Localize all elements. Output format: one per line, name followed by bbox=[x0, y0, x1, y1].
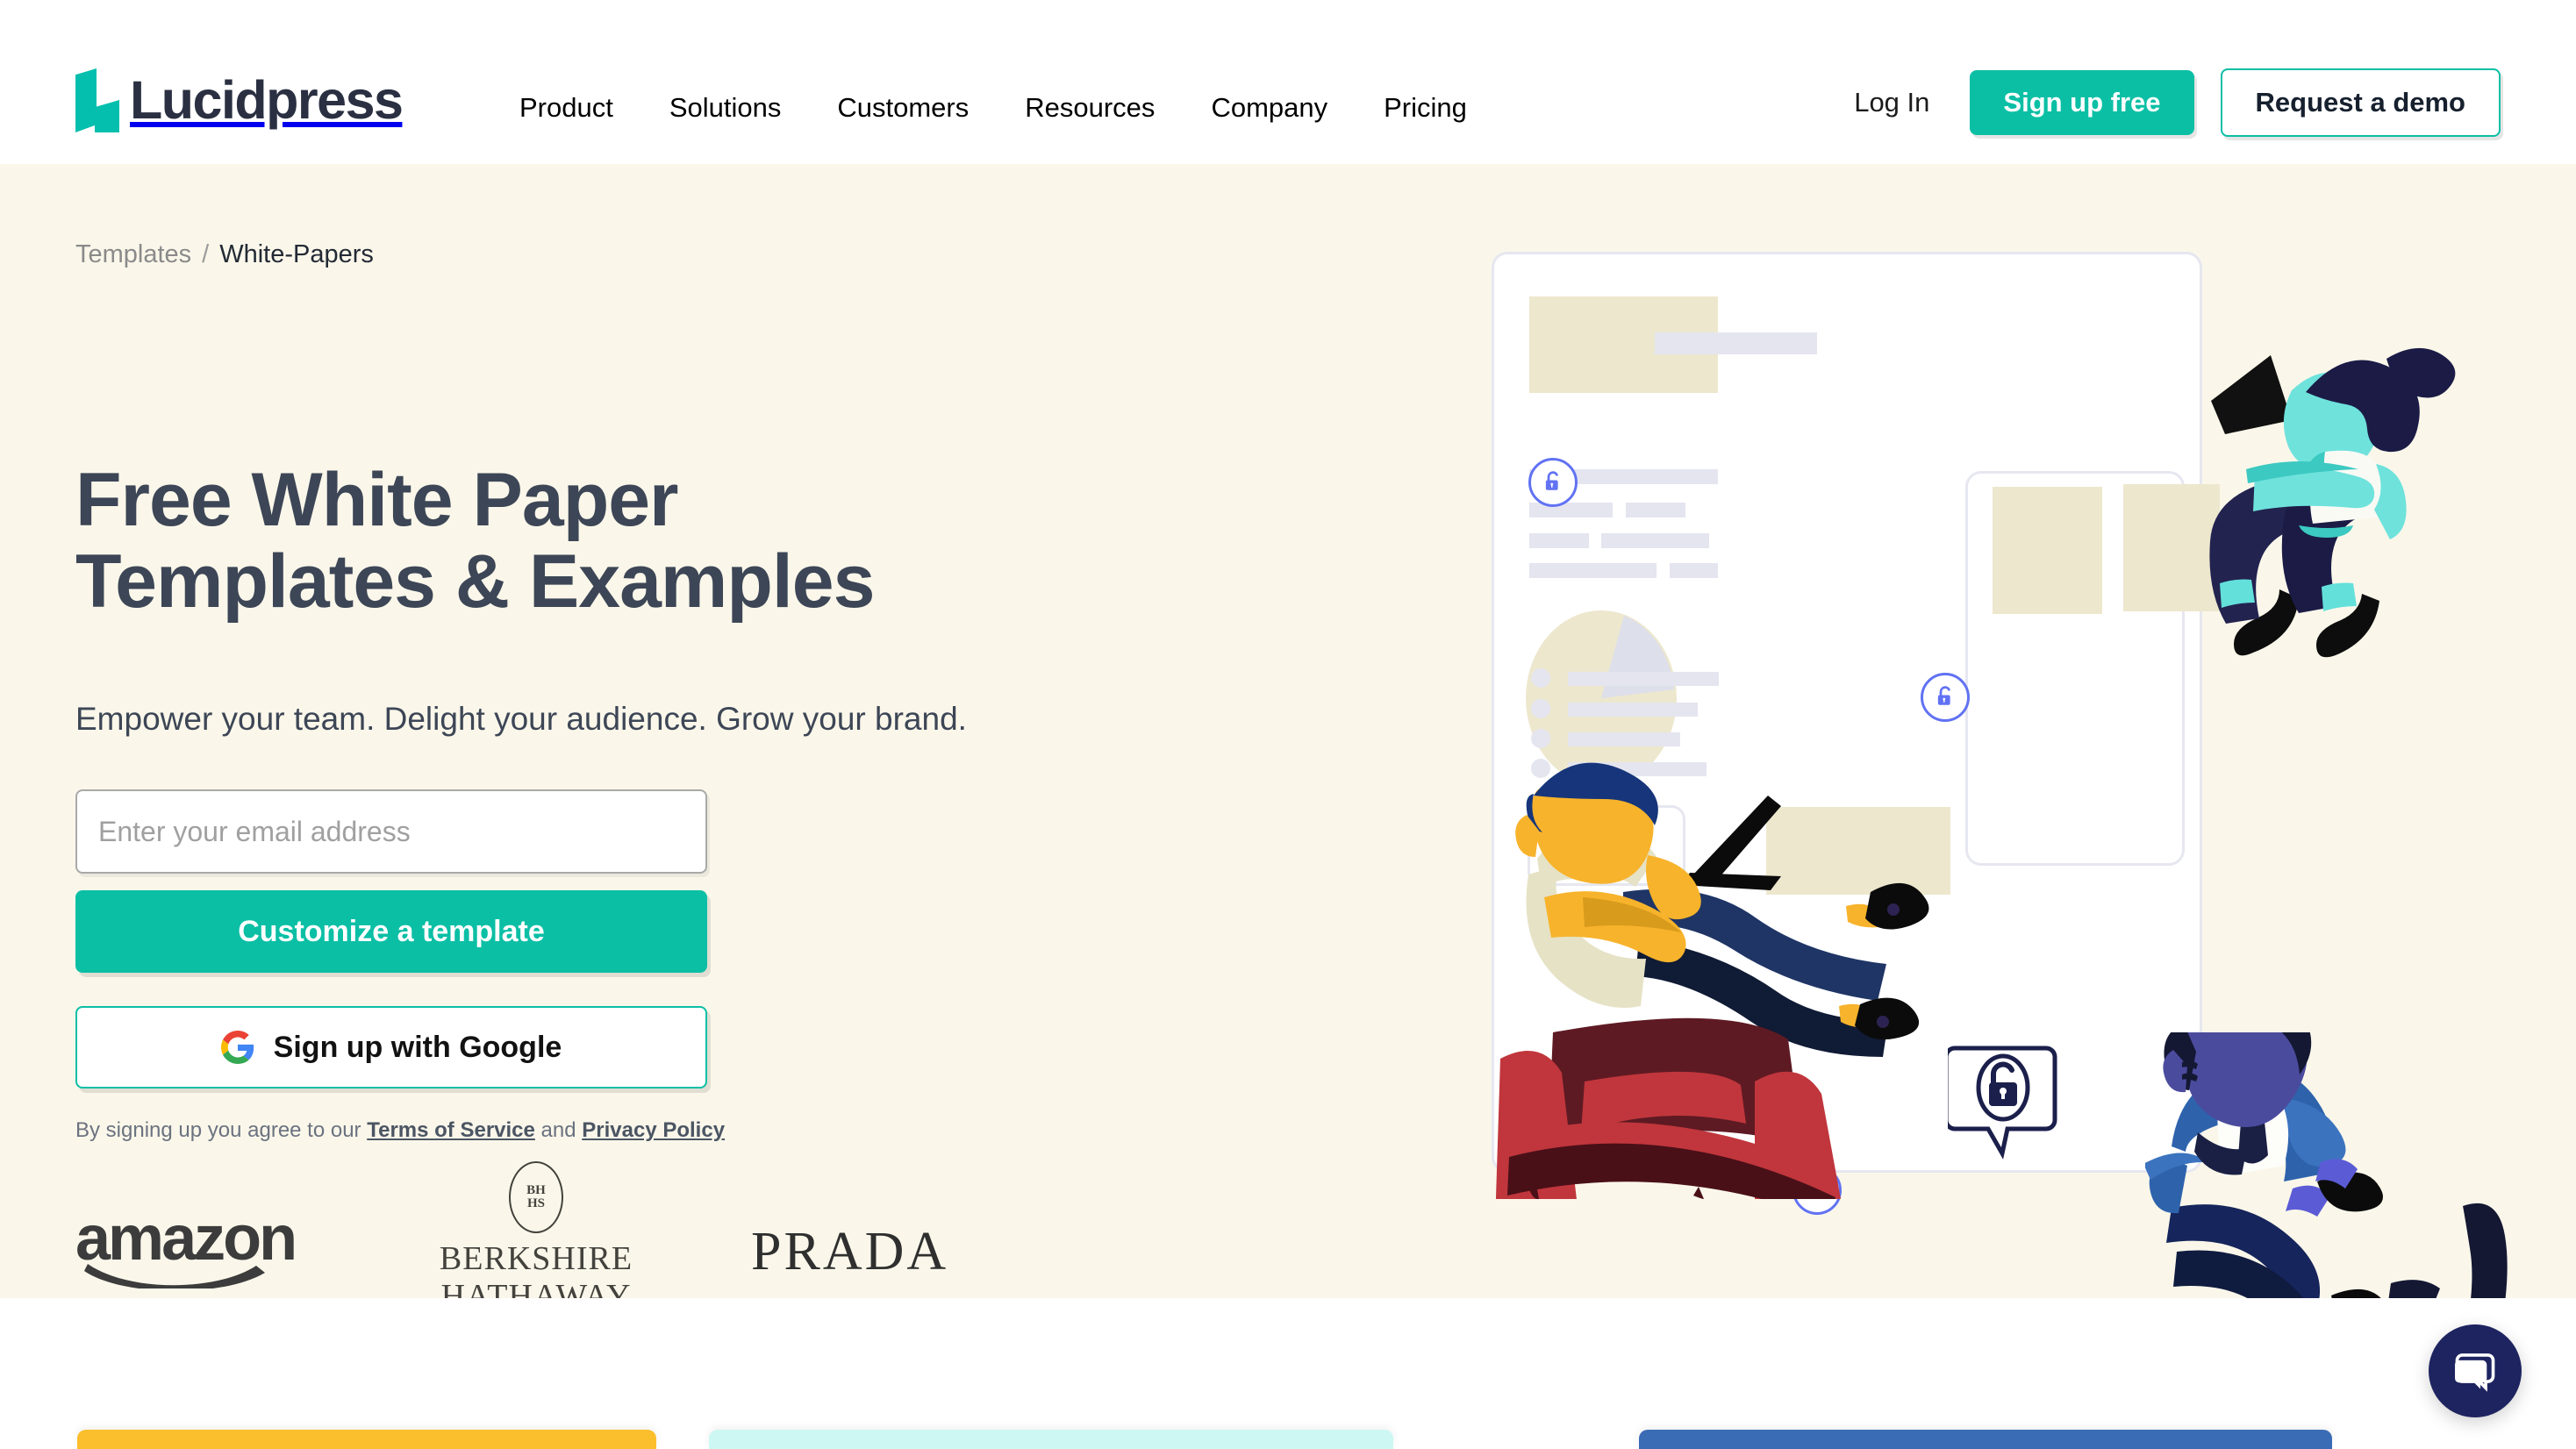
breadcrumb: Templates / White-Papers bbox=[75, 240, 374, 269]
nav-item-resources[interactable]: Resources bbox=[997, 83, 1183, 132]
doc-bullet-line bbox=[1568, 672, 1719, 686]
hero-illustration bbox=[1351, 164, 2576, 1298]
amazon-logo: amazon bbox=[75, 1207, 356, 1293]
prada-logo: PRADA bbox=[690, 1221, 948, 1283]
brand-name: Lucidpress bbox=[130, 70, 404, 130]
berkshire-hathaway-logo: BH HS BERKSHIRE HATHAWAY HomeServices bbox=[383, 1161, 690, 1298]
nav-item-solutions[interactable]: Solutions bbox=[641, 83, 810, 132]
hero-section: Templates / White-Papers Free White Pape… bbox=[0, 164, 2576, 1298]
privacy-policy-link[interactable]: Privacy Policy bbox=[582, 1118, 725, 1142]
bhhs-seal-icon: BH HS bbox=[509, 1161, 563, 1234]
doc-text-line bbox=[1601, 533, 1709, 548]
bhhs-seal-bottom: HS bbox=[526, 1196, 545, 1211]
bhhs-line-1: BERKSHIRE bbox=[439, 1240, 633, 1278]
site-header: Lucidpress Product Solutions Customers R… bbox=[0, 0, 2576, 164]
doc-text-line bbox=[1529, 563, 1657, 578]
template-card-peek-3[interactable] bbox=[1639, 1430, 2332, 1449]
doc-bullet-dot bbox=[1531, 699, 1550, 718]
login-link[interactable]: Log In bbox=[1840, 78, 1943, 127]
illustration-man-on-couch bbox=[1495, 762, 1929, 1199]
page-title: Free White Paper Templates & Examples bbox=[75, 460, 1128, 623]
customize-template-button[interactable]: Customize a template bbox=[75, 890, 707, 973]
doc-text-line bbox=[1626, 503, 1685, 518]
doc-title-bar bbox=[1655, 332, 1817, 354]
terms-of-service-link[interactable]: Terms of Service bbox=[367, 1118, 535, 1142]
lucidpress-logo-icon bbox=[75, 68, 119, 132]
nav-item-customers[interactable]: Customers bbox=[809, 83, 997, 132]
google-icon bbox=[220, 1031, 254, 1064]
doc-text-line bbox=[1529, 533, 1589, 548]
doc-text-line bbox=[1529, 503, 1613, 518]
illustration-woman-with-laptop bbox=[2209, 347, 2456, 658]
open-padlock-icon bbox=[1545, 471, 1558, 490]
legal-prefix: By signing up you agree to our bbox=[75, 1118, 368, 1142]
customer-logos: amazon BH HS BERKSHIRE HATHAWAY HomeServ… bbox=[75, 1161, 970, 1298]
lock-badge-top-left bbox=[1528, 458, 1578, 507]
illustration-man-on-office-chair bbox=[2145, 1032, 2508, 1298]
legal-and: and bbox=[534, 1118, 583, 1142]
doc-bullet-line bbox=[1568, 703, 1698, 717]
breadcrumb-current: White-Papers bbox=[219, 240, 374, 268]
signup-free-button[interactable]: Sign up free bbox=[1970, 70, 2194, 135]
breadcrumb-templates[interactable]: Templates bbox=[75, 240, 191, 269]
bhhs-seal-top: BH bbox=[526, 1182, 546, 1197]
chat-bubble-icon bbox=[2455, 1353, 2495, 1392]
hero-subtitle: Empower your team. Delight your audience… bbox=[75, 701, 967, 737]
nav-item-product[interactable]: Product bbox=[491, 83, 641, 132]
header-actions: Log In Sign up free Request a demo bbox=[1840, 68, 2501, 137]
doc-text-line bbox=[1670, 563, 1718, 578]
page-title-line-2: Templates & Examples bbox=[75, 539, 875, 624]
request-demo-button[interactable]: Request a demo bbox=[2220, 68, 2501, 137]
main-nav: Product Solutions Customers Resources Co… bbox=[491, 83, 1495, 132]
open-padlock-icon bbox=[1937, 686, 1950, 705]
email-input[interactable] bbox=[75, 789, 707, 874]
amazon-smile-icon bbox=[84, 1263, 265, 1291]
page-title-line-1: Free White Paper bbox=[75, 458, 679, 542]
nav-item-company[interactable]: Company bbox=[1183, 83, 1356, 132]
templates-grid-peek bbox=[0, 1298, 2576, 1449]
lock-badge-mid bbox=[1921, 673, 1970, 722]
template-card-peek-2[interactable] bbox=[709, 1430, 1393, 1449]
google-button-label: Sign up with Google bbox=[273, 1030, 562, 1064]
chat-widget-button[interactable] bbox=[2429, 1324, 2522, 1417]
prada-logo-text: PRADA bbox=[751, 1221, 949, 1281]
lock-speech-bubble-icon bbox=[1948, 1046, 2057, 1160]
nav-item-pricing[interactable]: Pricing bbox=[1356, 83, 1495, 132]
template-card-peek-1[interactable] bbox=[77, 1430, 656, 1449]
breadcrumb-separator: / bbox=[202, 240, 210, 268]
signup-with-google-button[interactable]: Sign up with Google bbox=[75, 1006, 707, 1089]
mini-card-image-block bbox=[1993, 487, 2102, 614]
brand-logo[interactable]: Lucidpress bbox=[75, 68, 404, 132]
legal-disclaimer: By signing up you agree to our Terms of … bbox=[75, 1118, 725, 1143]
doc-bullet-dot bbox=[1531, 668, 1550, 688]
bhhs-line-2: HATHAWAY bbox=[440, 1278, 632, 1298]
